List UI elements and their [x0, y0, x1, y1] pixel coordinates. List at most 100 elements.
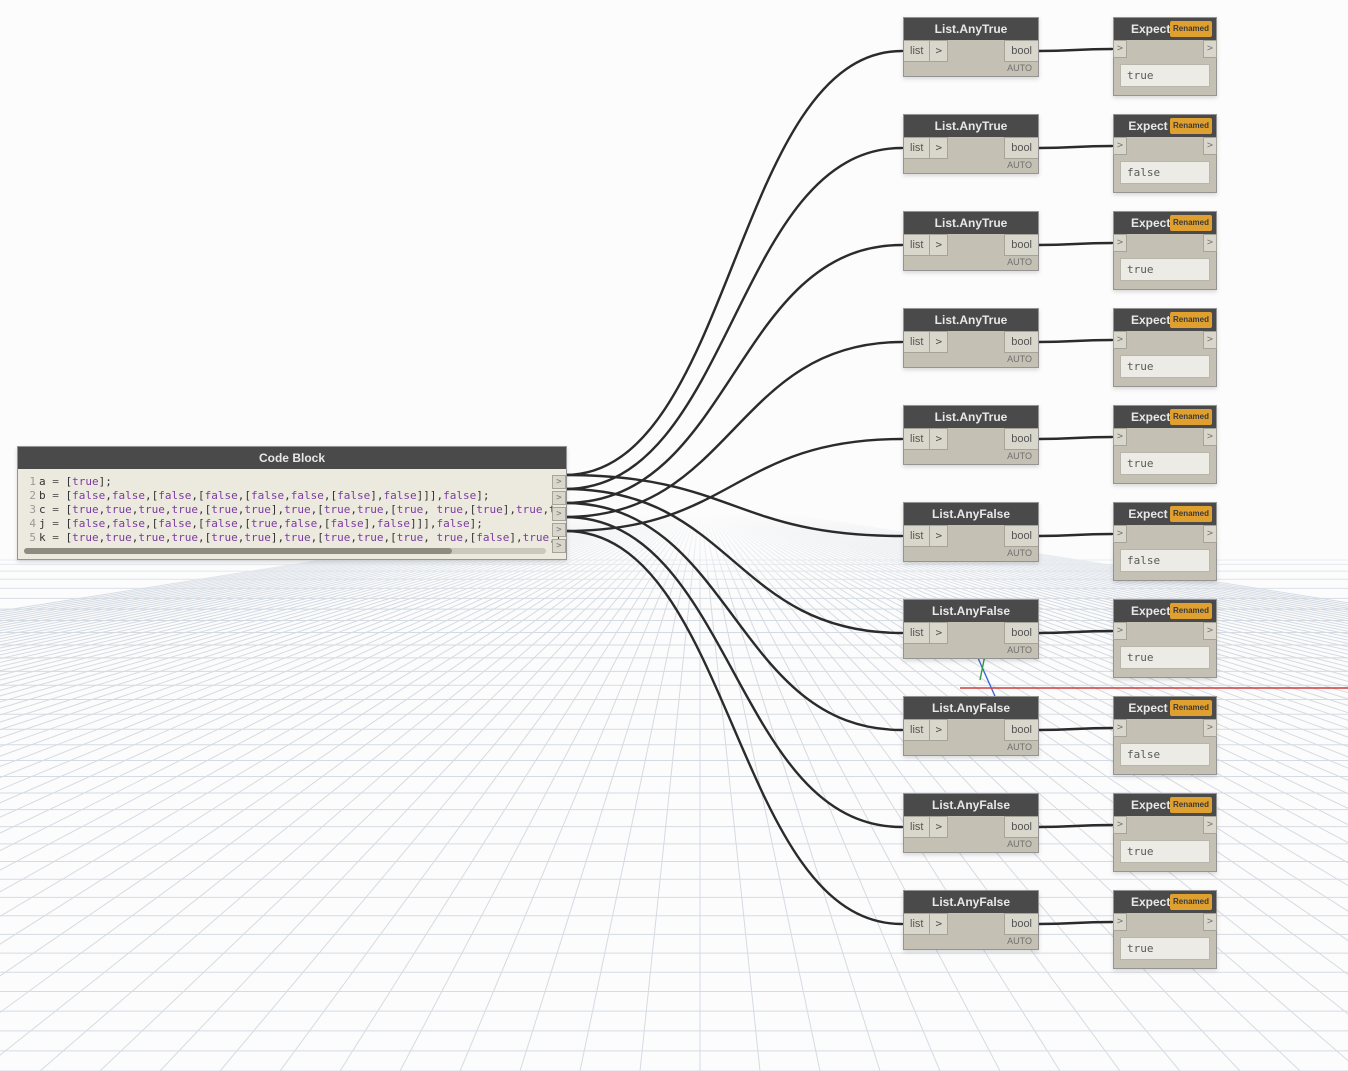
lacing-auto: AUTO: [904, 935, 1038, 949]
result-value: false: [1120, 549, 1210, 572]
list-node[interactable]: List.AnyFalselist>boolAUTO: [903, 599, 1039, 659]
out-port[interactable]: >: [1203, 428, 1217, 446]
renamed-badge: Renamed: [1170, 409, 1212, 425]
node-title: Expect TrueRenamed: [1114, 600, 1216, 622]
out-port-bool[interactable]: bool: [1004, 525, 1038, 547]
out-port[interactable]: >: [1203, 234, 1217, 252]
chevron-icon[interactable]: >: [930, 428, 948, 450]
chevron-icon[interactable]: >: [930, 137, 948, 159]
chevron-icon[interactable]: >: [930, 719, 948, 741]
in-port-list[interactable]: list: [904, 816, 930, 838]
out-port-bool[interactable]: bool: [1004, 816, 1038, 838]
out-port-bool[interactable]: bool: [1004, 234, 1038, 256]
out-port[interactable]: >: [1203, 719, 1217, 737]
lacing-auto: AUTO: [904, 353, 1038, 367]
in-port[interactable]: >: [1113, 913, 1127, 931]
node-title: List.AnyFalse: [904, 794, 1038, 816]
out-port[interactable]: >: [1203, 622, 1217, 640]
lacing-auto: AUTO: [904, 62, 1038, 76]
expect-node[interactable]: Expect TrueRenamed>>true: [1113, 308, 1217, 387]
result-value: true: [1120, 355, 1210, 378]
node-title: Expect TrueRenamed: [1114, 406, 1216, 428]
node-title: List.AnyTrue: [904, 212, 1038, 234]
expect-node[interactable]: Expect TrueRenamed>>true: [1113, 793, 1217, 872]
result-value: true: [1120, 258, 1210, 281]
out-port[interactable]: >: [1203, 913, 1217, 931]
lacing-auto: AUTO: [904, 450, 1038, 464]
out-port[interactable]: >: [1203, 40, 1217, 58]
out-port-bool[interactable]: bool: [1004, 719, 1038, 741]
in-port[interactable]: >: [1113, 816, 1127, 834]
renamed-badge: Renamed: [1170, 894, 1212, 910]
lacing-auto: AUTO: [904, 838, 1038, 852]
list-node[interactable]: List.AnyTruelist> boolAUTO: [903, 114, 1039, 174]
out-port[interactable]: >: [1203, 331, 1217, 349]
expect-node[interactable]: Expect FalseRenamed>>false: [1113, 502, 1217, 581]
in-port-list[interactable]: list: [904, 622, 930, 644]
in-port-list[interactable]: list: [904, 40, 930, 62]
scrollbar[interactable]: [24, 548, 546, 554]
out-port-bool[interactable]: bool: [1004, 622, 1038, 644]
list-node[interactable]: List.AnyFalselist> boolAUTO: [903, 890, 1039, 950]
out-port[interactable]: >: [1203, 816, 1217, 834]
node-title: List.AnyFalse: [904, 503, 1038, 525]
in-port-list[interactable]: list: [904, 137, 930, 159]
in-port[interactable]: >: [1113, 234, 1127, 252]
codeblock-node[interactable]: Code Block 1a = [true];2b = [false,false…: [17, 446, 567, 560]
out-port[interactable]: >: [1203, 525, 1217, 543]
result-value: false: [1120, 161, 1210, 184]
list-node[interactable]: List.AnyFalselist> boolAUTO: [903, 793, 1039, 853]
chevron-icon[interactable]: >: [930, 816, 948, 838]
in-port-list[interactable]: list: [904, 719, 930, 741]
list-node[interactable]: List.AnyTruelist>boolAUTO: [903, 405, 1039, 465]
out-port-bool[interactable]: bool: [1004, 137, 1038, 159]
node-title: List.AnyFalse: [904, 891, 1038, 913]
in-port[interactable]: >: [1113, 331, 1127, 349]
chevron-icon[interactable]: >: [930, 913, 948, 935]
lacing-auto: AUTO: [904, 159, 1038, 173]
expect-node[interactable]: Expect TrueRenamed>>true: [1113, 599, 1217, 678]
expect-node[interactable]: Expect TrueRenamed>>true: [1113, 405, 1217, 484]
chevron-icon[interactable]: >: [930, 40, 948, 62]
expect-node[interactable]: Expect TrueRenamed>>true: [1113, 211, 1217, 290]
chevron-icon[interactable]: >: [930, 331, 948, 353]
list-node[interactable]: List.AnyTruelist>boolAUTO: [903, 17, 1039, 77]
in-port[interactable]: >: [1113, 428, 1127, 446]
lacing-auto: AUTO: [904, 256, 1038, 270]
in-port-list[interactable]: list: [904, 525, 930, 547]
in-port[interactable]: >: [1113, 719, 1127, 737]
expect-node[interactable]: Expect TrueRenamed>>true: [1113, 890, 1217, 969]
in-port-list[interactable]: list: [904, 428, 930, 450]
chevron-icon[interactable]: >: [930, 622, 948, 644]
in-port-list[interactable]: list: [904, 234, 930, 256]
codeblock-body[interactable]: 1a = [true];2b = [false,false,[false,[fa…: [18, 469, 566, 559]
out-port-bool[interactable]: bool: [1004, 428, 1038, 450]
in-port-list[interactable]: list: [904, 913, 930, 935]
chevron-icon[interactable]: >: [930, 525, 948, 547]
expect-node[interactable]: Expect FalseRenamed>>false: [1113, 114, 1217, 193]
in-port-list[interactable]: list: [904, 331, 930, 353]
in-port[interactable]: >: [1113, 137, 1127, 155]
codeblock-title: Code Block: [18, 447, 566, 469]
node-title: List.AnyTrue: [904, 115, 1038, 137]
list-node[interactable]: List.AnyFalselist> boolAUTO: [903, 502, 1039, 562]
node-title: Expect TrueRenamed: [1114, 18, 1216, 40]
out-port-bool[interactable]: bool: [1004, 913, 1038, 935]
renamed-badge: Renamed: [1170, 700, 1212, 716]
in-port[interactable]: >: [1113, 622, 1127, 640]
out-port-bool[interactable]: bool: [1004, 40, 1038, 62]
expect-node[interactable]: Expect FalseRenamed>>false: [1113, 696, 1217, 775]
node-title: List.AnyFalse: [904, 600, 1038, 622]
chevron-icon[interactable]: >: [930, 234, 948, 256]
list-node[interactable]: List.AnyFalselist>boolAUTO: [903, 696, 1039, 756]
node-title: Expect TrueRenamed: [1114, 794, 1216, 816]
list-node[interactable]: List.AnyTruelist> boolAUTO: [903, 211, 1039, 271]
out-port[interactable]: >: [1203, 137, 1217, 155]
renamed-badge: Renamed: [1170, 21, 1212, 37]
in-port[interactable]: >: [1113, 40, 1127, 58]
list-node[interactable]: List.AnyTruelist>boolAUTO: [903, 308, 1039, 368]
lacing-auto: AUTO: [904, 547, 1038, 561]
expect-node[interactable]: Expect TrueRenamed>>true: [1113, 17, 1217, 96]
in-port[interactable]: >: [1113, 525, 1127, 543]
out-port-bool[interactable]: bool: [1004, 331, 1038, 353]
